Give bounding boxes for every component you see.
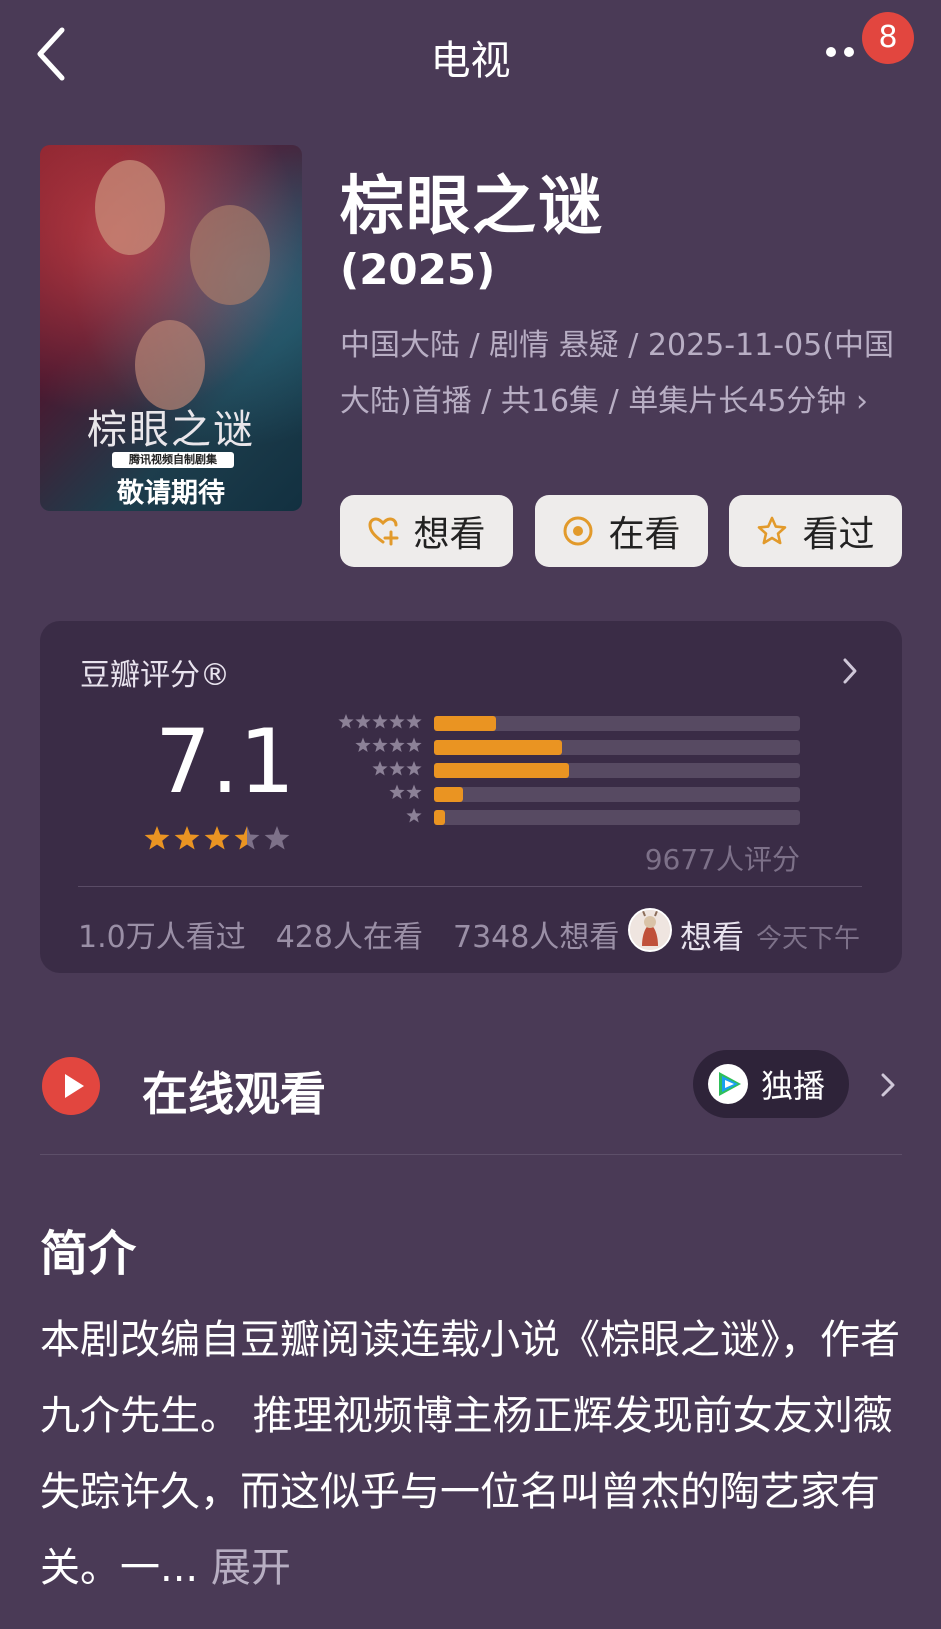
viewer-stats: 1.0万人看过 428人在看 7348人想看 [78,912,649,956]
rating-star [234,826,260,850]
my-status-time: 今天下午 [756,924,861,954]
meta-chevron-icon: › [855,384,868,419]
page-title: 电视 [430,38,511,84]
tencent-video-icon [708,1064,748,1104]
show-year: (2025) [340,245,496,294]
distribution-bar-2-star [434,786,464,802]
want-count: 7348人想看 [452,920,620,955]
rating-star [144,826,170,850]
show-meta-text: 中国大陆 / 剧情 悬疑 / 2025-11-05(中国大陆)首播 / 共16集… [340,328,894,419]
distribution-bar-4-star [434,739,563,755]
poster-subtitle: 腾讯视频自制剧集 [112,452,234,468]
intro-title: 简介 [40,1226,137,1282]
notification-badge[interactable]: 8 [862,12,914,64]
distribution-row-stars [372,761,422,776]
intro-text: 本剧改编自豆瓣阅读连载小说《棕眼之谜》，作者九介先生。 推理视频博主杨正辉发现前… [40,1302,910,1606]
distribution-bar-1-star [434,810,445,825]
score-stars [144,826,290,850]
rating-score: 7.1 [155,710,295,813]
divider [78,886,862,887]
more-dots-icon[interactable] [826,42,866,62]
watching-label: 在看 [608,514,681,555]
chevron-right-icon[interactable] [840,656,860,686]
my-status: 想看 [680,918,745,956]
distribution-bar-3-star [434,763,570,778]
distribution-bar-track [434,739,800,755]
divider [40,1154,902,1155]
distribution-bar-track [434,810,800,825]
platform-label: 独播 [761,1067,826,1105]
user-avatar[interactable] [628,908,672,952]
chevron-right-icon[interactable] [880,1070,896,1100]
poster-image[interactable]: 棕眼之谜 腾讯视频自制剧集 敬请期待 [40,145,302,511]
show-title: 棕眼之谜 [340,170,604,244]
poster-footer: 敬请期待 [117,478,225,509]
rating-star [204,826,230,850]
distribution-row-stars [355,737,422,752]
distribution-star-labels [338,714,422,823]
distribution-bar-track [434,786,800,802]
want-button[interactable]: 想看 [340,495,513,567]
watched-count: 1.0万人看过 [78,920,246,955]
watched-button[interactable]: 看过 [729,495,902,567]
distribution-row-stars [389,784,422,799]
rating-star [264,826,290,850]
intro-body: 本剧改编自豆瓣阅读连载小说《棕眼之谜》，作者九介先生。 推理视频博主杨正辉发现前… [40,1317,900,1591]
show-meta[interactable]: 中国大陆 / 剧情 悬疑 / 2025-11-05(中国大陆)首播 / 共16集… [340,318,900,430]
play-icon[interactable] [41,1056,101,1116]
heart-plus-icon [368,517,399,546]
rating-star [174,826,200,850]
expand-link[interactable]: 展开 [211,1545,291,1591]
platform-pill[interactable]: 独播 [693,1050,849,1118]
watched-label: 看过 [802,514,875,555]
rating-title: 豆瓣评分® [80,658,230,693]
want-label: 想看 [413,514,486,555]
rating-count: 9677人评分 [644,843,800,876]
star-outline-icon [758,516,787,545]
online-watch-title[interactable]: 在线观看 [142,1058,326,1124]
watching-button[interactable]: 在看 [535,495,708,567]
distribution-bar-5-star [434,716,497,731]
watching-count: 428人在看 [275,920,423,955]
poster-title: 棕眼之谜 [87,407,255,453]
distribution-row-stars [406,808,422,823]
distribution-bar-track [434,716,800,731]
distribution-row-stars [338,714,422,729]
avatar-image [630,910,670,950]
distribution-bar-track [434,763,800,778]
target-icon [563,516,593,546]
